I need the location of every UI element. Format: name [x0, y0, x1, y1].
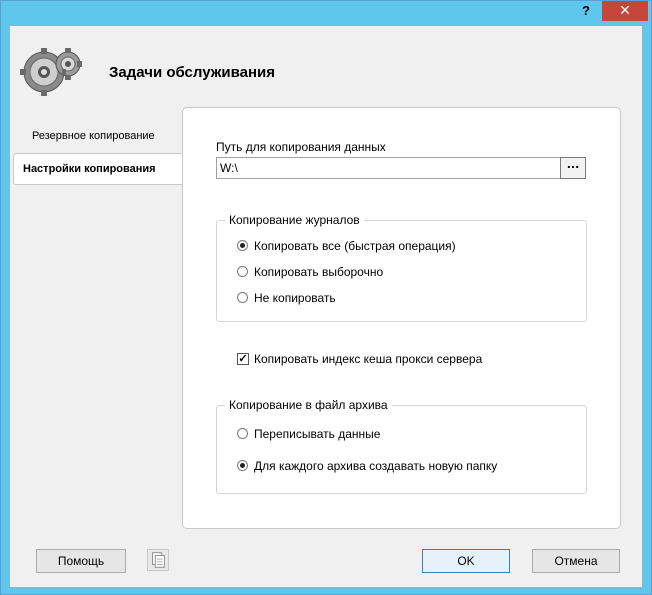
- browse-button[interactable]: ...: [560, 157, 586, 179]
- page-title: Задачи обслуживания: [109, 64, 276, 81]
- radio-button[interactable]: [237, 240, 248, 251]
- nav-item-backup[interactable]: Резервное копирование: [10, 121, 184, 151]
- dialog-client: Задачи обслуживания Резервное копировани…: [9, 25, 643, 588]
- archive-group: Копирование в файл архива Переписывать д…: [216, 398, 587, 494]
- cache-index-checkbox[interactable]: ✓: [237, 353, 249, 365]
- log-copy-group: Копирование журналов Копировать все (быс…: [216, 213, 587, 322]
- path-label: Путь для копирования данных: [216, 140, 386, 154]
- radio-button[interactable]: [237, 292, 248, 303]
- radio-button[interactable]: [237, 266, 248, 277]
- radio-button[interactable]: [237, 460, 248, 471]
- copy-icon[interactable]: [147, 549, 169, 571]
- archive-group-title: Копирование в файл архива: [225, 398, 392, 412]
- gears-icon: [20, 48, 82, 96]
- help-title-button[interactable]: ?: [572, 1, 600, 21]
- help-button[interactable]: Помощь: [36, 549, 126, 573]
- radio-button[interactable]: [237, 428, 248, 439]
- title-bar: ? ✕: [1, 1, 651, 25]
- ok-button[interactable]: OK: [422, 549, 510, 573]
- dialog-window: ? ✕ Задачи обслуживания Резервное копиро…: [0, 0, 652, 595]
- path-input[interactable]: W:\: [216, 157, 564, 179]
- close-button[interactable]: ✕: [602, 1, 648, 21]
- cancel-button[interactable]: Отмена: [532, 549, 620, 573]
- log-copy-group-title: Копирование журналов: [225, 213, 364, 227]
- settings-panel: Путь для копирования данных W:\ ... Копи…: [182, 107, 621, 529]
- nav-item-copy-settings[interactable]: Настройки копирования: [13, 153, 183, 185]
